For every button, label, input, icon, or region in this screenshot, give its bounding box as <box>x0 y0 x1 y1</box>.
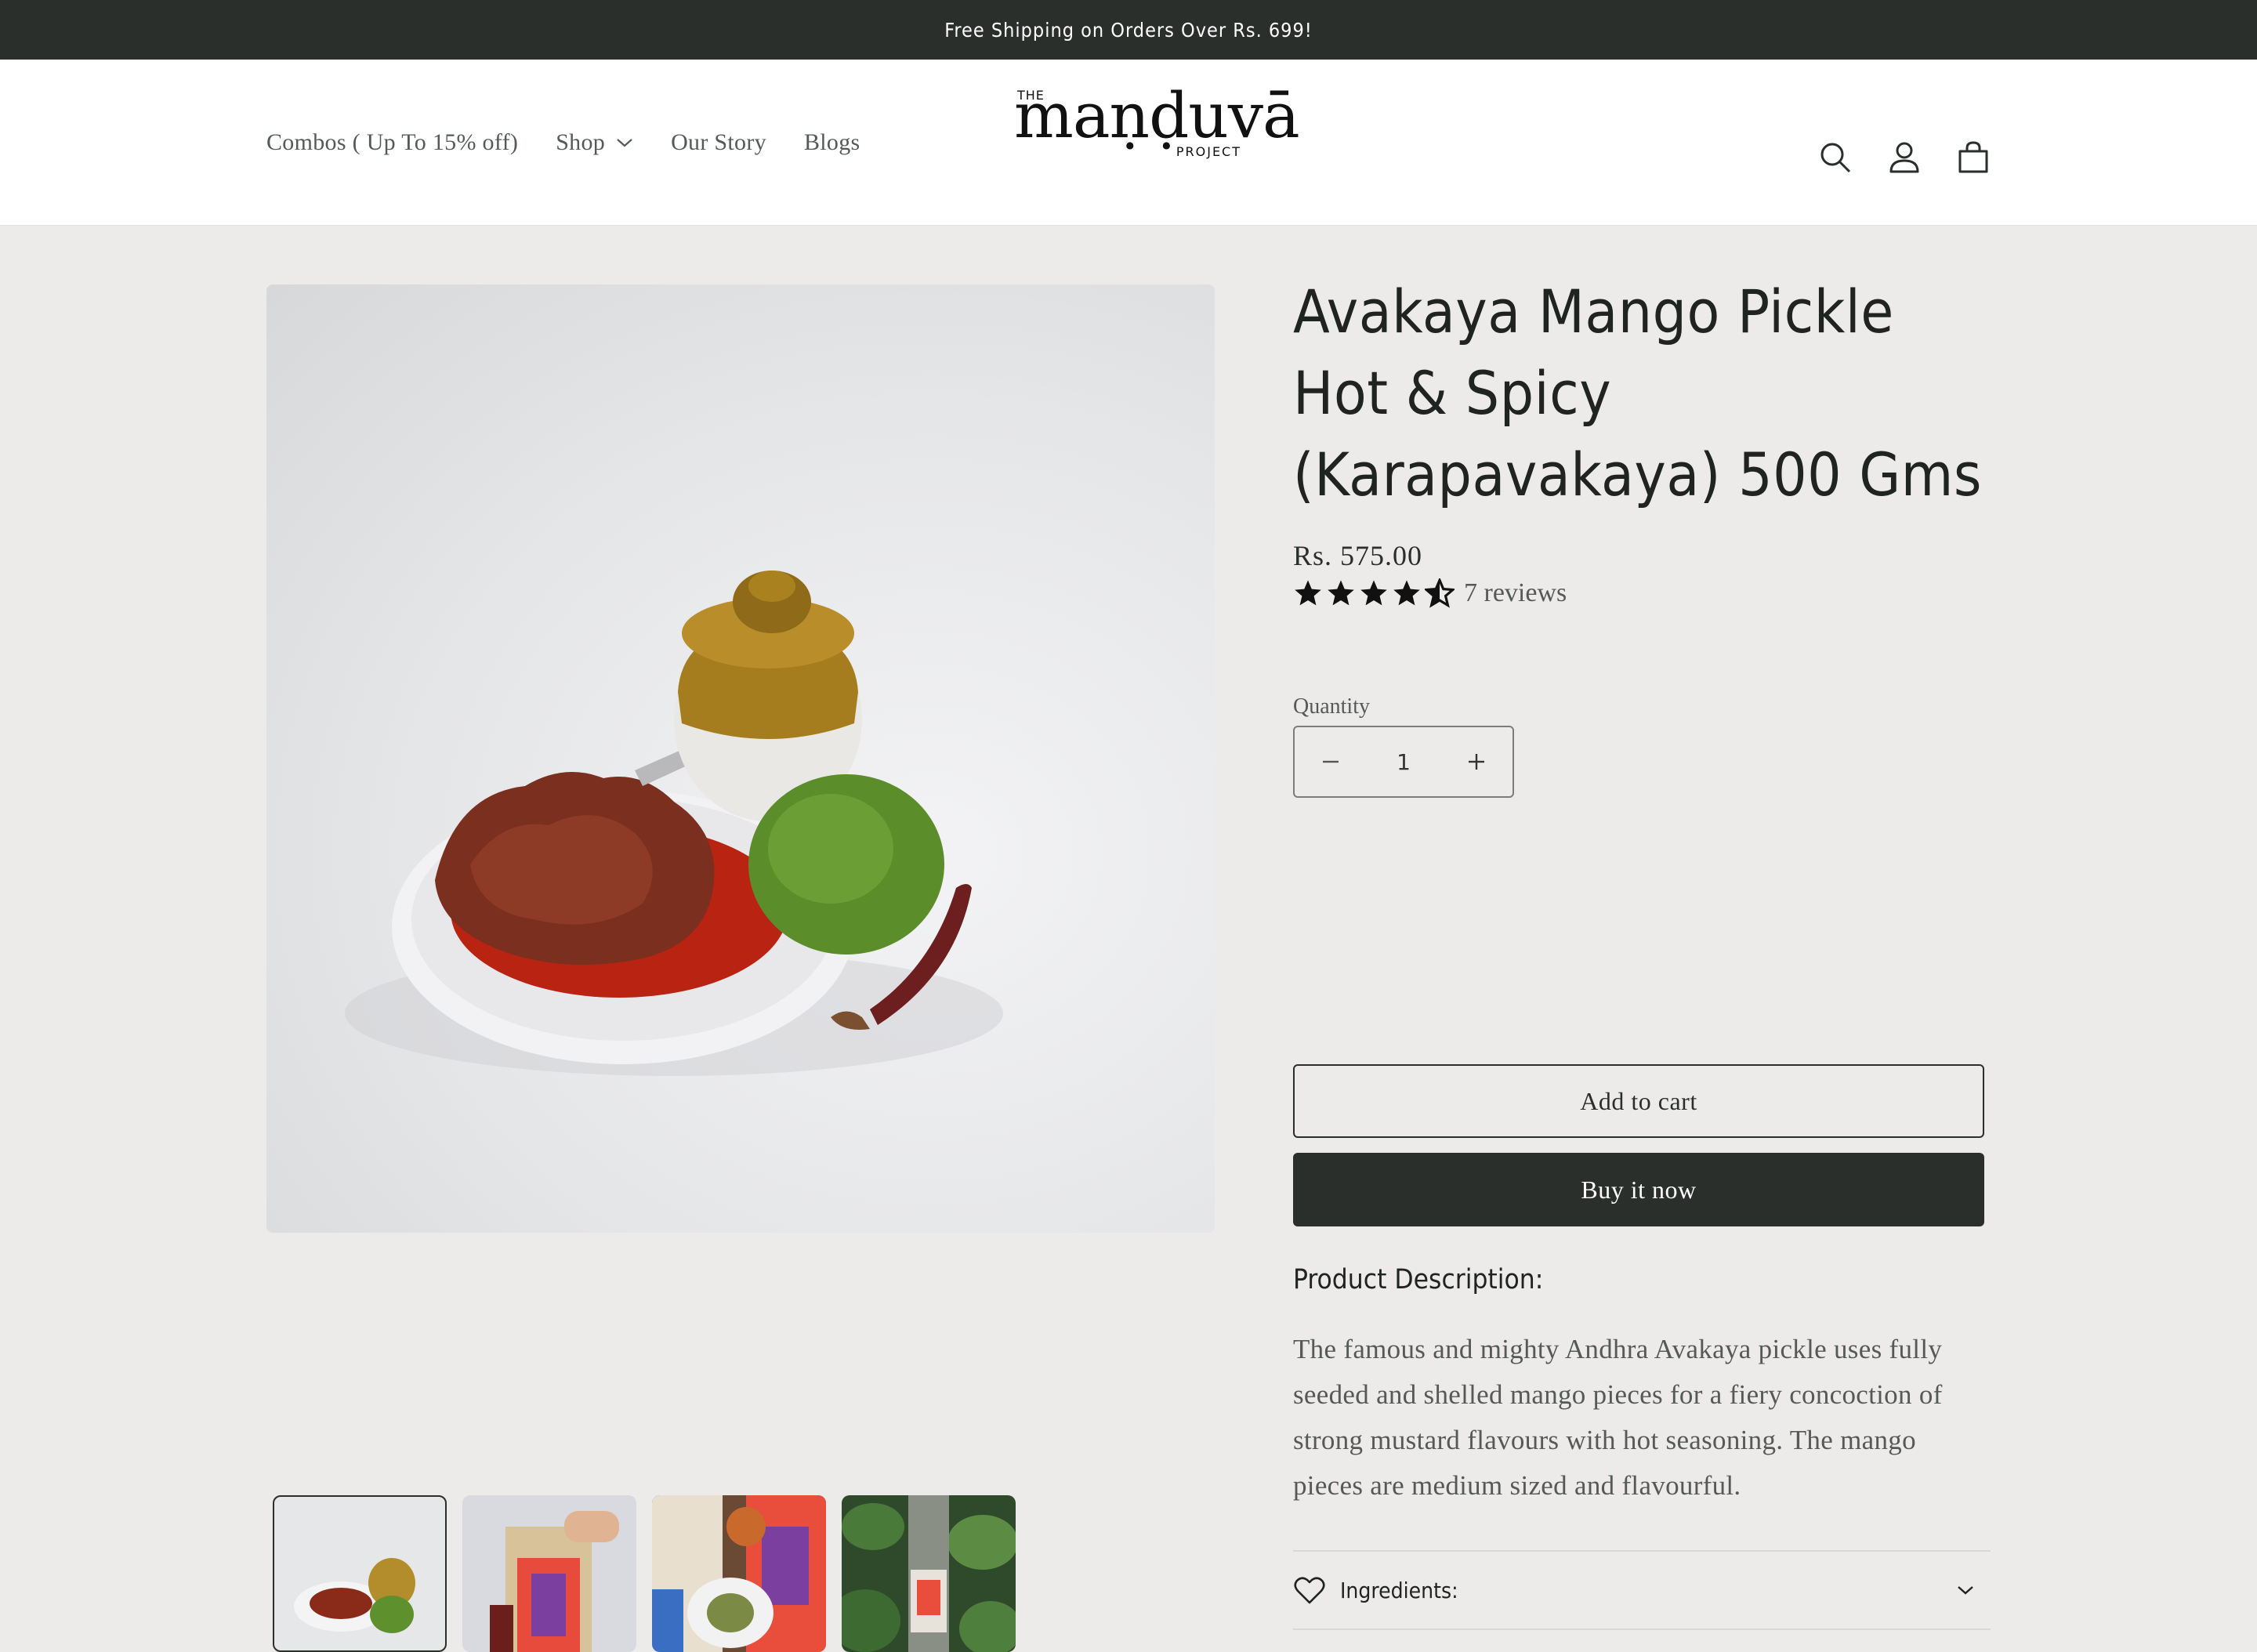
quantity-label: Quantity <box>1293 694 1370 719</box>
thumbnail-3[interactable] <box>652 1495 826 1652</box>
quantity-stepper: 1 <box>1293 726 1514 798</box>
nav-item-our-story[interactable]: Our Story <box>671 129 766 156</box>
nav-item-blogs[interactable]: Blogs <box>804 129 860 156</box>
nav-item-label: Blogs <box>803 129 860 155</box>
header-actions <box>1784 140 1991 175</box>
account-icon <box>1889 142 1919 173</box>
thumbnail-2[interactable] <box>462 1495 636 1652</box>
heart-icon <box>1294 1577 1325 1604</box>
quantity-increase-button[interactable] <box>1440 727 1513 796</box>
cart-button[interactable] <box>1956 140 1991 175</box>
star-half-icon <box>1425 578 1455 608</box>
reviews-link[interactable]: 7 reviews <box>1464 578 1567 608</box>
rating-stars <box>1293 578 1458 608</box>
accordion-label: Ingredients: <box>1340 1577 1458 1603</box>
quantity-decrease-button[interactable] <box>1295 727 1367 796</box>
buy-now-button[interactable]: Buy it now <box>1293 1153 1984 1226</box>
product-title: Avakaya Mango Pickle Hot & Spicy (Karapa… <box>1293 277 1983 509</box>
search-icon <box>1820 143 1851 173</box>
main-nav: Combos ( Up To 15% off) Shop Our Story B… <box>266 60 897 225</box>
thumbnail-list <box>273 1495 1031 1652</box>
product-price: Rs. 575.00 <box>1293 540 1423 571</box>
nav-item-combos[interactable]: Combos ( Up To 15% off) <box>266 129 518 156</box>
nav-item-label: Our Story <box>671 129 766 155</box>
announcement-text: Free Shipping on Orders Over Rs. 699! <box>944 18 1313 42</box>
cart-icon <box>1958 141 1988 173</box>
star-full-icon <box>1328 580 1354 606</box>
star-full-icon <box>1360 580 1387 606</box>
pickle-photo <box>345 571 1003 1076</box>
chevron-down-icon <box>1958 1586 1973 1595</box>
star-full-icon <box>1393 580 1420 606</box>
quantity-input[interactable]: 1 <box>1397 749 1411 775</box>
thumbnail-image <box>294 1558 415 1633</box>
ingredients-accordion[interactable]: Ingredients: <box>1293 1550 1991 1630</box>
star-full-icon <box>1295 580 1321 606</box>
plus-icon <box>1468 754 1484 770</box>
nav-item-label: Shop <box>556 129 606 155</box>
description-heading: Product Description: <box>1293 1264 1544 1295</box>
product-main-image[interactable] <box>266 284 1215 1233</box>
minus-icon <box>1323 760 1339 763</box>
thumbnail-4[interactable] <box>842 1495 1016 1652</box>
chevron-down-icon <box>617 138 632 147</box>
thumbnail-1[interactable] <box>273 1495 447 1652</box>
add-to-cart-button[interactable]: Add to cart <box>1293 1064 1984 1138</box>
product-section: Avakaya Mango Pickle Hot & Spicy (Karapa… <box>0 226 2257 1652</box>
brand-logo[interactable]: THE maṇḍuvā PROJECT <box>1014 83 1300 161</box>
account-button[interactable] <box>1887 140 1922 175</box>
search-button[interactable] <box>1818 140 1853 175</box>
nav-item-label: Combos ( Up To 15% off) <box>266 129 519 155</box>
logo-project: PROJECT <box>1176 144 1241 159</box>
logo-word: maṇḍuvā <box>1014 79 1300 152</box>
thumbnail-image <box>490 1511 619 1652</box>
announcement-bar: Free Shipping on Orders Over Rs. 699! <box>0 0 2257 60</box>
product-rating: 7 reviews <box>1293 578 1567 608</box>
product-description: The famous and mighty Andhra Avakaya pic… <box>1293 1334 1943 1501</box>
thumbnail-image <box>652 1495 826 1652</box>
thumbnail-image <box>842 1495 1016 1652</box>
nav-item-shop[interactable]: Shop <box>556 129 633 156</box>
site-header: Combos ( Up To 15% off) Shop Our Story B… <box>0 60 2257 226</box>
